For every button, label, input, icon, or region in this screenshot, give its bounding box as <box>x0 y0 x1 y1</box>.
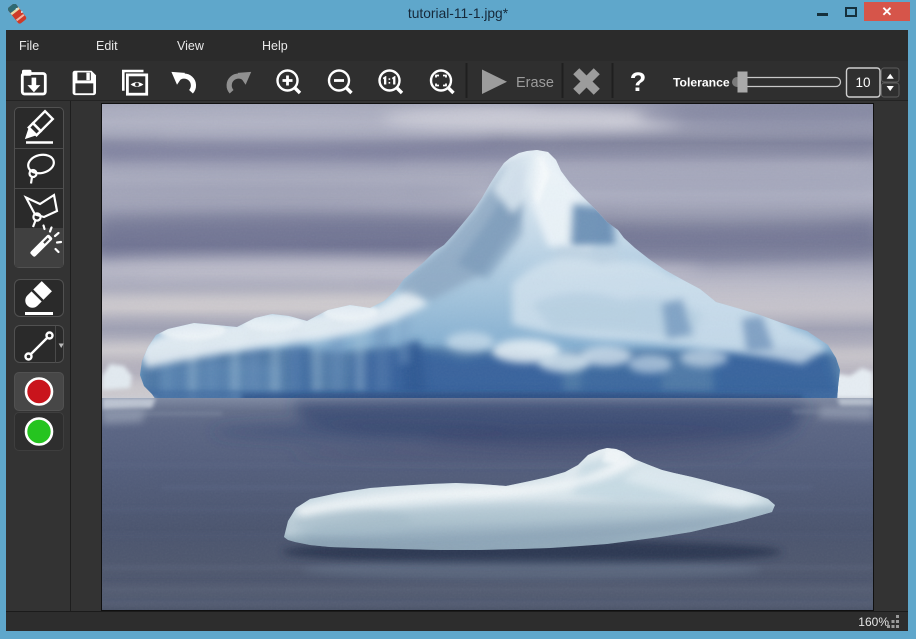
svg-text:Tolerance: Tolerance <box>673 76 730 90</box>
svg-text:?: ? <box>630 67 647 97</box>
svg-text:Erase: Erase <box>516 75 554 91</box>
svg-text:10: 10 <box>855 75 870 90</box>
